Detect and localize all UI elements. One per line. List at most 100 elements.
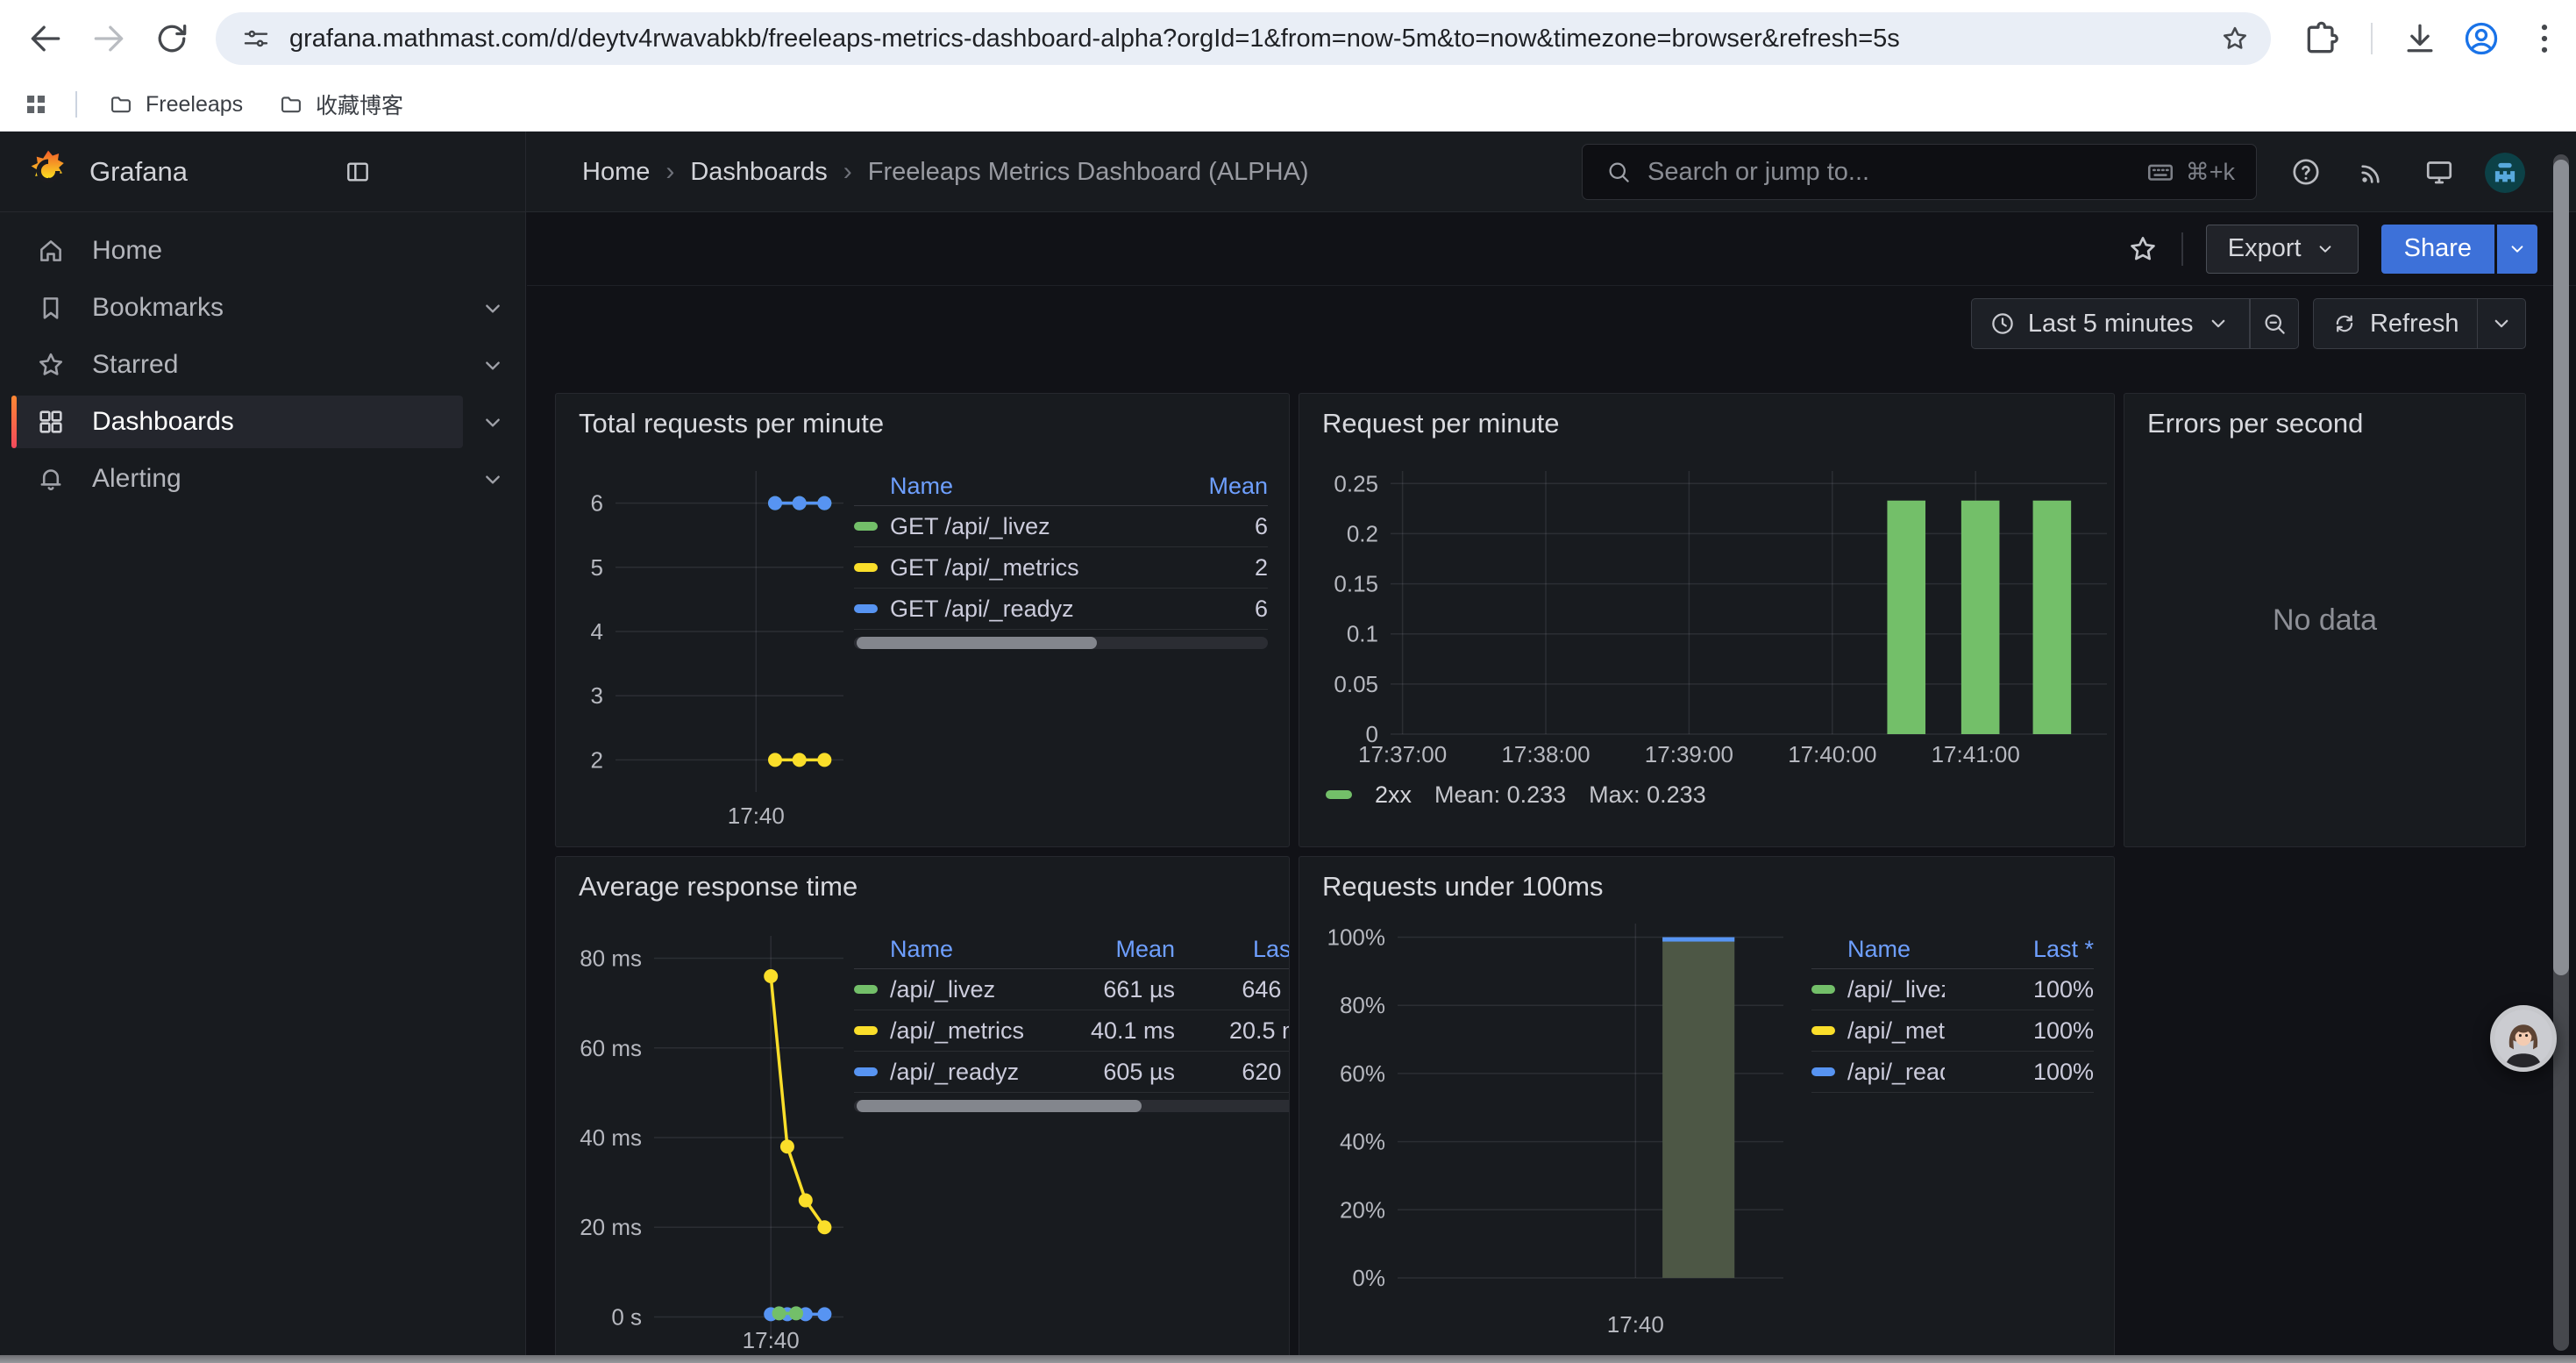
share-button[interactable]: Share [2381,225,2494,274]
series-name[interactable]: 2xx [1375,781,1412,809]
apps-icon [36,407,66,437]
zoom-out-button[interactable] [2251,299,2298,348]
favorite-star-icon[interactable] [2127,233,2159,265]
panel-total-requests-per-minute: Total requests per minute 6543217:40 Nam… [555,393,1290,847]
browser-reload-icon[interactable] [153,19,191,58]
legend-column-last[interactable]: Last * [1175,936,1290,963]
refresh-group: Refresh [2313,298,2526,349]
legend-column-mean[interactable]: Mean [1136,473,1268,500]
sidebar-collapse-icon[interactable] [344,158,372,186]
svg-text:0%: 0% [1352,1265,1385,1291]
brand-section: Grafana [0,132,526,212]
scrollbar-thumb[interactable] [857,637,1097,649]
chevron-down-icon[interactable] [479,466,507,494]
folder-icon [279,92,303,117]
browser-back-icon[interactable] [26,19,65,58]
url-text[interactable]: grafana.mathmast.com/d/deytv4rwavabkb/fr… [289,25,2220,54]
svg-text:17:40:00: 17:40:00 [1788,741,1876,767]
series-name[interactable]: /api/_livez [1811,976,1945,1003]
legend-header: NameMeanLast * [854,931,1290,969]
legend-table: NameLast */api/_livez100%/api/_metrics10… [1811,931,2094,1093]
bookmarks-bar: Freeleaps 收藏博客 [0,77,2576,132]
scrollbar-thumb[interactable] [857,1100,1142,1112]
svg-text:17:39:00: 17:39:00 [1645,741,1733,767]
refresh-label: Refresh [2370,310,2459,339]
svg-text:20 ms: 20 ms [580,1214,642,1240]
bookmark-label: Freeleaps [146,92,243,118]
series-label: /api/_metrics [890,1017,1024,1045]
series-color-dash [854,1026,878,1035]
panel-title[interactable]: Request per minute [1322,408,1560,439]
browser-profile-icon[interactable] [2462,19,2501,58]
series-value: 2 [1136,554,1268,582]
chevron-down-icon[interactable] [479,409,507,437]
user-avatar[interactable] [2485,153,2525,193]
series-name[interactable]: /api/_metrics [1811,1017,1945,1045]
svg-text:0.1: 0.1 [1347,621,1378,647]
chevron-down-icon[interactable] [479,295,507,323]
apps-grid-icon[interactable] [23,91,49,118]
time-range-picker[interactable]: Last 5 minutes [1972,299,2250,348]
downloads-icon[interactable] [2401,19,2439,58]
sidebar-item-dashboards[interactable]: Dashboards [11,396,463,448]
series-name[interactable]: GET /api/_livez [854,513,1136,540]
site-settings-icon[interactable] [242,25,270,53]
sidebar-item-bookmarks[interactable]: Bookmarks [11,282,463,334]
scrollbar-thumb[interactable] [2553,160,2569,975]
help-icon[interactable] [2290,156,2322,188]
chevron-down-icon[interactable] [479,352,507,380]
series-color-dash [854,985,878,994]
sidebar-item-alerting[interactable]: Alerting [11,453,463,505]
legend-scrollbar[interactable] [854,637,1268,649]
breadcrumb-home[interactable]: Home [582,158,650,187]
search-input[interactable]: Search or jump to... ⌘+k [1582,144,2257,200]
series-name[interactable]: GET /api/_readyz [854,596,1136,623]
bookmark-folder[interactable]: 收藏博客 [265,84,417,125]
legend-column-name[interactable]: Name [1811,936,1945,963]
sidebar-nav: HomeBookmarksStarredDashboards Alerting [0,212,526,1363]
series-value: 100% [1945,976,2094,1003]
time-range-label: Last 5 minutes [2028,310,2194,339]
bookmark-folder[interactable]: Freeleaps [95,84,257,125]
refresh-interval-dropdown[interactable] [2478,299,2525,348]
breadcrumb-dashboards[interactable]: Dashboards [690,158,827,187]
news-rss-icon[interactable] [2357,156,2388,188]
panel-average-response-time: Average response time 80 ms60 ms40 ms20 … [555,856,1290,1363]
svg-text:80 ms: 80 ms [580,946,642,972]
legend-line: 2xx Mean: 0.233 Max: 0.233 [1326,780,1706,810]
series-name[interactable]: /api/_livez [854,976,1043,1003]
grafana-logo-icon[interactable] [25,147,72,195]
panel-title[interactable]: Average response time [579,871,857,903]
panel-title[interactable]: Requests under 100ms [1322,871,1604,903]
series-name[interactable]: /api/_readyz [854,1059,1043,1086]
line-chart[interactable]: 80 ms60 ms40 ms20 ms0 s17:40 [556,927,854,1363]
series-name[interactable]: /api/_metrics [854,1017,1043,1045]
panel-title[interactable]: Total requests per minute [579,408,884,439]
sidebar-item-home[interactable]: Home [11,225,463,277]
legend-scrollbar[interactable] [854,1100,1290,1112]
legend-column-name[interactable]: Name [854,936,1043,963]
share-dropdown-button[interactable] [2497,225,2537,274]
sidebar-item-label: Alerting [92,464,181,494]
series-name[interactable]: /api/_readyz [1811,1059,1945,1086]
sidebar-item-starred[interactable]: Starred [11,339,463,391]
bar-chart[interactable]: 00.050.10.150.20.2517:37:0017:38:0017:39… [1299,464,2115,797]
kiosk-monitor-icon[interactable] [2423,156,2455,188]
series-label: GET /api/_livez [890,513,1050,540]
refresh-button[interactable]: Refresh [2314,299,2477,348]
browser-menu-icon[interactable] [2525,19,2564,58]
browser-forward-icon[interactable] [89,19,128,58]
series-label: /api/_metrics [1847,1017,1945,1045]
address-bar[interactable]: grafana.mathmast.com/d/deytv4rwavabkb/fr… [216,12,2271,65]
extensions-icon[interactable] [2302,19,2341,58]
page-scrollbar[interactable] [2553,154,2569,1351]
line-chart[interactable]: 6543217:40 [556,464,854,841]
bar-chart[interactable]: 0%20%40%60%80%100%17:40 [1299,918,1790,1363]
series-name[interactable]: GET /api/_metrics [854,554,1136,582]
legend-column-name[interactable]: Name [854,473,1136,500]
assistant-avatar[interactable] [2490,1005,2557,1072]
legend-column-mean[interactable]: Mean [1043,936,1175,963]
export-button[interactable]: Export [2206,225,2359,274]
legend-column-last[interactable]: Last * [1945,936,2094,963]
bookmark-star-icon[interactable] [2220,24,2250,54]
